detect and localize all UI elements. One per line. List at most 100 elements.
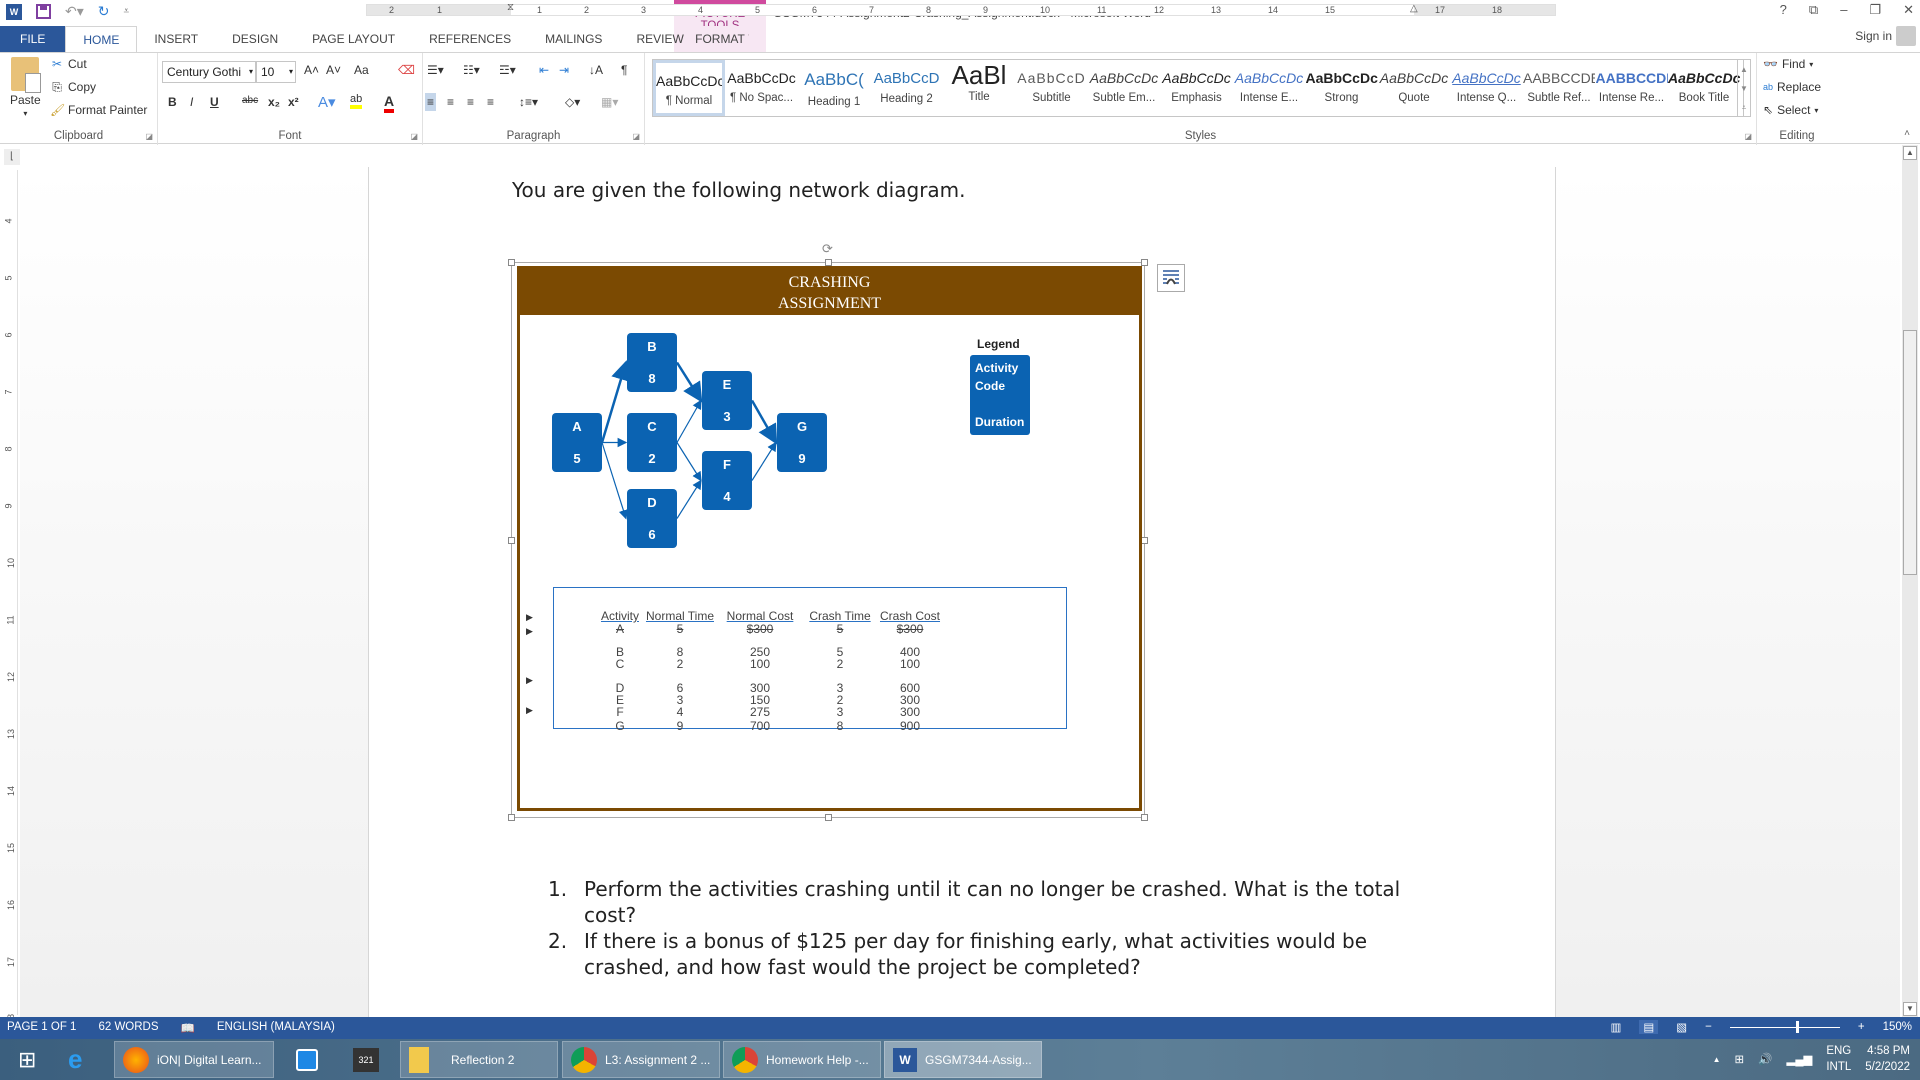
taskbar-item-word[interactable]: W GSGM7344-Assig... xyxy=(884,1041,1042,1078)
zoom-in-icon[interactable]: + xyxy=(1858,1021,1865,1033)
scroll-up-icon[interactable]: ▲ xyxy=(1903,146,1917,160)
resize-handle[interactable] xyxy=(508,814,515,821)
video-app-icon[interactable]: 321 xyxy=(345,1041,379,1078)
style-intense-e[interactable]: AaBbCcDc Intense E... xyxy=(1233,60,1305,116)
rotate-handle-icon[interactable]: ⟳ xyxy=(822,241,833,257)
cut-button[interactable]: ✂ Cut xyxy=(50,57,87,71)
style-title[interactable]: AaBl Title xyxy=(943,60,1015,116)
justify-icon[interactable]: ≡ xyxy=(487,95,494,109)
style-subtle-ref[interactable]: AABBCCDE Subtle Ref... xyxy=(1523,60,1595,116)
resize-handle[interactable] xyxy=(825,259,832,266)
right-indent-marker-icon[interactable]: △ xyxy=(1410,3,1418,14)
proofing-icon[interactable]: 📖 xyxy=(181,1021,195,1035)
collapse-ribbon-icon[interactable]: ˄ xyxy=(1904,128,1910,139)
question-item[interactable]: 1. Perform the activities crashing until … xyxy=(548,876,1418,928)
bold-button[interactable]: B xyxy=(168,95,177,109)
volume-icon[interactable]: 🔊 xyxy=(1758,1052,1772,1066)
zoom-slider[interactable] xyxy=(1729,1020,1840,1033)
change-case-button[interactable]: Aa xyxy=(354,63,369,77)
intro-paragraph[interactable]: You are given the following network diag… xyxy=(512,178,966,202)
align-center-icon[interactable]: ≡ xyxy=(447,95,454,109)
style-subtitle[interactable]: AaBbCcD Subtitle xyxy=(1016,60,1088,116)
underline-button[interactable]: U xyxy=(210,95,219,109)
customize-qat-icon[interactable]: ⩡ xyxy=(124,6,130,17)
tab-mailings[interactable]: MAILINGS xyxy=(528,26,619,52)
style-heading-2[interactable]: AaBbCcD Heading 2 xyxy=(871,60,943,116)
tab-page-layout[interactable]: PAGE LAYOUT xyxy=(295,26,412,52)
tab-file[interactable]: FILE xyxy=(0,26,66,52)
scroll-thumb[interactable] xyxy=(1903,330,1917,575)
strikethrough-button[interactable]: abc xyxy=(242,95,258,106)
tab-selector[interactable]: ⌊ xyxy=(4,149,20,165)
redo-icon[interactable]: ↻ xyxy=(98,3,110,20)
style-quote[interactable]: AaBbCcDc Quote xyxy=(1378,60,1450,116)
restore-icon[interactable]: ❐ xyxy=(1869,2,1881,18)
align-left-icon[interactable]: ≡ xyxy=(425,93,437,111)
vertical-ruler[interactable]: 456789101112131415161718 xyxy=(4,170,18,1024)
sort-icon[interactable]: ↓A xyxy=(589,63,603,77)
question-item[interactable]: 2. If there is a bonus of $125 per day fo… xyxy=(548,928,1418,980)
align-right-icon[interactable]: ≡ xyxy=(467,95,474,109)
horizontal-ruler[interactable]: 2 1 1 2 3 4 5 6 7 8 9 10 11 12 13 14 15 17 18 ⧖ △ xyxy=(366,2,1556,16)
ribbon-display-icon[interactable]: ⧉ xyxy=(1809,2,1818,18)
taskbar-item-explorer[interactable]: Reflection 2 xyxy=(400,1041,558,1078)
font-size-combo[interactable]: 10 ▾ xyxy=(256,61,296,83)
clear-formatting-icon[interactable]: ⌫ xyxy=(398,63,415,77)
tab-design[interactable]: DESIGN xyxy=(215,26,295,52)
subscript-button[interactable]: x₂ xyxy=(268,95,280,109)
tab-review[interactable]: REVIEW xyxy=(619,26,700,52)
avatar[interactable] xyxy=(1896,26,1916,46)
shrink-font-button[interactable]: A˅ xyxy=(326,63,341,77)
tab-home[interactable]: HOME xyxy=(65,26,138,53)
style-heading-1[interactable]: AaBbC(Heading 1 xyxy=(798,60,870,116)
find-button[interactable]: 👓 Find ▾ xyxy=(1763,57,1813,71)
style-intense-q[interactable]: AaBbCcDc Intense Q... xyxy=(1451,60,1523,116)
superscript-button[interactable]: x² xyxy=(288,95,299,109)
style-strong[interactable]: AaBbCcDc Strong xyxy=(1306,60,1378,116)
numbering-icon[interactable]: ☷▾ xyxy=(463,63,480,77)
network-diagram-picture[interactable]: CRASHING ASSIGNMENT A5B8C2D6E3F4G9 Legen… xyxy=(517,266,1142,811)
italic-button[interactable]: I xyxy=(190,95,193,109)
style-subtle-em[interactable]: AaBbCcDc Subtle Em... xyxy=(1088,60,1160,116)
text-effects-icon[interactable]: A▾ xyxy=(318,93,336,111)
dialog-launcher-icon[interactable]: ◪ xyxy=(1744,132,1752,141)
dialog-launcher-icon[interactable]: ◪ xyxy=(145,132,153,141)
bullets-icon[interactable]: ☰▾ xyxy=(427,63,444,77)
grow-font-button[interactable]: A˄ xyxy=(304,63,319,77)
internet-explorer-icon[interactable]: e xyxy=(60,1041,82,1078)
copy-button[interactable]: ⎘ Copy xyxy=(50,80,96,94)
tab-insert[interactable]: INSERT xyxy=(137,26,215,52)
minimize-icon[interactable]: – xyxy=(1840,2,1847,18)
dialog-launcher-icon[interactable]: ◪ xyxy=(410,132,418,141)
show-hidden-icons[interactable]: ▲ xyxy=(1713,1055,1721,1064)
multilevel-list-icon[interactable]: ☲▾ xyxy=(499,63,516,77)
indent-marker-icon[interactable]: ⧖ xyxy=(507,2,514,13)
select-button[interactable]: ⇖ Select ▾ xyxy=(1763,103,1818,117)
start-button[interactable]: ⊞ xyxy=(10,1041,36,1078)
styles-scroll[interactable]: ▲ ▼ ⩡ xyxy=(1737,59,1751,117)
page-count[interactable]: PAGE 1 OF 1 xyxy=(7,1021,76,1035)
resize-handle[interactable] xyxy=(1141,259,1148,266)
help-icon[interactable]: ? xyxy=(1780,2,1787,18)
style-book-title[interactable]: AaBbCcDc Book Title xyxy=(1668,60,1740,116)
close-icon[interactable]: ✕ xyxy=(1903,2,1914,18)
resize-handle[interactable] xyxy=(508,537,515,544)
scroll-down-icon[interactable]: ▼ xyxy=(1903,1002,1917,1016)
decrease-indent-icon[interactable]: ⇤ xyxy=(539,63,549,77)
font-name-combo[interactable]: Century Gothi ▾ xyxy=(162,61,256,83)
taskbar-item-firefox[interactable]: iON| Digital Learn... xyxy=(114,1041,274,1078)
taskbar-item-chrome-1[interactable]: L3: Assignment 2 ... xyxy=(562,1041,720,1078)
show-formatting-icon[interactable]: ¶ xyxy=(621,63,627,77)
tab-references[interactable]: REFERENCES xyxy=(412,26,528,52)
zoom-level[interactable]: 150% xyxy=(1883,1021,1912,1033)
increase-indent-icon[interactable]: ⇥ xyxy=(559,63,569,77)
resize-handle[interactable] xyxy=(825,814,832,821)
layout-options-button[interactable] xyxy=(1157,264,1185,292)
resize-handle[interactable] xyxy=(508,259,515,266)
network-icon[interactable]: ▂▄▆ xyxy=(1786,1052,1812,1066)
undo-icon[interactable]: ↶▾ xyxy=(65,3,84,20)
borders-icon[interactable]: ▦▾ xyxy=(601,95,618,109)
input-language[interactable]: ENG INTL xyxy=(1826,1043,1851,1075)
format-painter-button[interactable]: 🖌 Format Painter xyxy=(50,103,147,117)
taskbar-item-chrome-2[interactable]: Homework Help -... xyxy=(723,1041,881,1078)
